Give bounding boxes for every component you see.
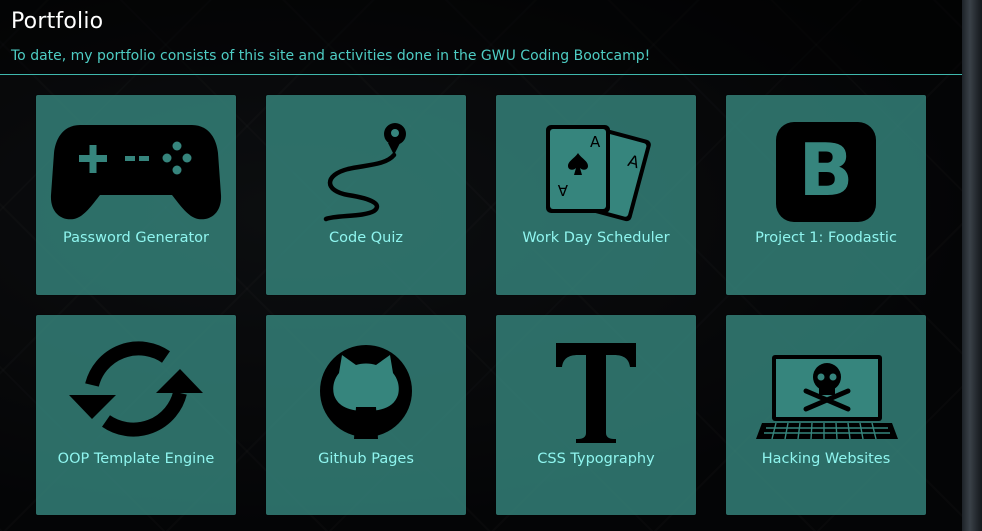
project-card-password-generator[interactable]: Password Generator xyxy=(36,95,236,295)
project-card-code-quiz[interactable]: Code Quiz xyxy=(266,95,466,295)
page-subtitle: To date, my portfolio consists of this s… xyxy=(11,48,651,64)
project-label: CSS Typography xyxy=(537,451,655,467)
project-label: Project 1: Foodastic xyxy=(755,230,897,246)
project-grid: Password Generator Code Quiz A A A Work … xyxy=(36,95,926,515)
svg-text:A: A xyxy=(590,133,601,151)
laptop-skull-icon xyxy=(756,355,898,440)
project-label: Hacking Websites xyxy=(761,451,891,467)
page-title: Portfolio xyxy=(11,9,104,34)
project-card-css-typography[interactable]: CSS Typography xyxy=(496,315,696,515)
project-card-github-pages[interactable]: Github Pages xyxy=(266,315,466,515)
typography-icon xyxy=(556,343,636,443)
bootstrap-icon: B xyxy=(776,122,876,222)
svg-text:B: B xyxy=(799,128,854,212)
project-card-hacking-websites[interactable]: Hacking Websites xyxy=(726,315,926,515)
gamepad-icon xyxy=(50,125,222,220)
project-label: Work Day Scheduler xyxy=(522,230,670,246)
project-label: Password Generator xyxy=(63,230,209,246)
github-icon xyxy=(320,345,412,439)
project-card-oop-template-engine[interactable]: OOP Template Engine xyxy=(36,315,236,515)
project-card-work-day-scheduler[interactable]: A A A Work Day Scheduler xyxy=(496,95,696,295)
sync-arrows-icon xyxy=(69,341,203,437)
project-label: Code Quiz xyxy=(329,230,403,246)
portfolio-panel: Portfolio To date, my portfolio consists… xyxy=(0,0,962,531)
portfolio-header: Portfolio To date, my portfolio consists… xyxy=(0,0,962,75)
route-pin-icon xyxy=(323,123,406,222)
svg-text:A: A xyxy=(557,181,568,199)
project-card-foodastic[interactable]: B Project 1: Foodastic xyxy=(726,95,926,295)
project-label: Github Pages xyxy=(318,451,414,467)
project-label: OOP Template Engine xyxy=(57,451,215,467)
background-edge xyxy=(962,0,982,531)
playing-cards-icon: A A A xyxy=(546,125,651,222)
